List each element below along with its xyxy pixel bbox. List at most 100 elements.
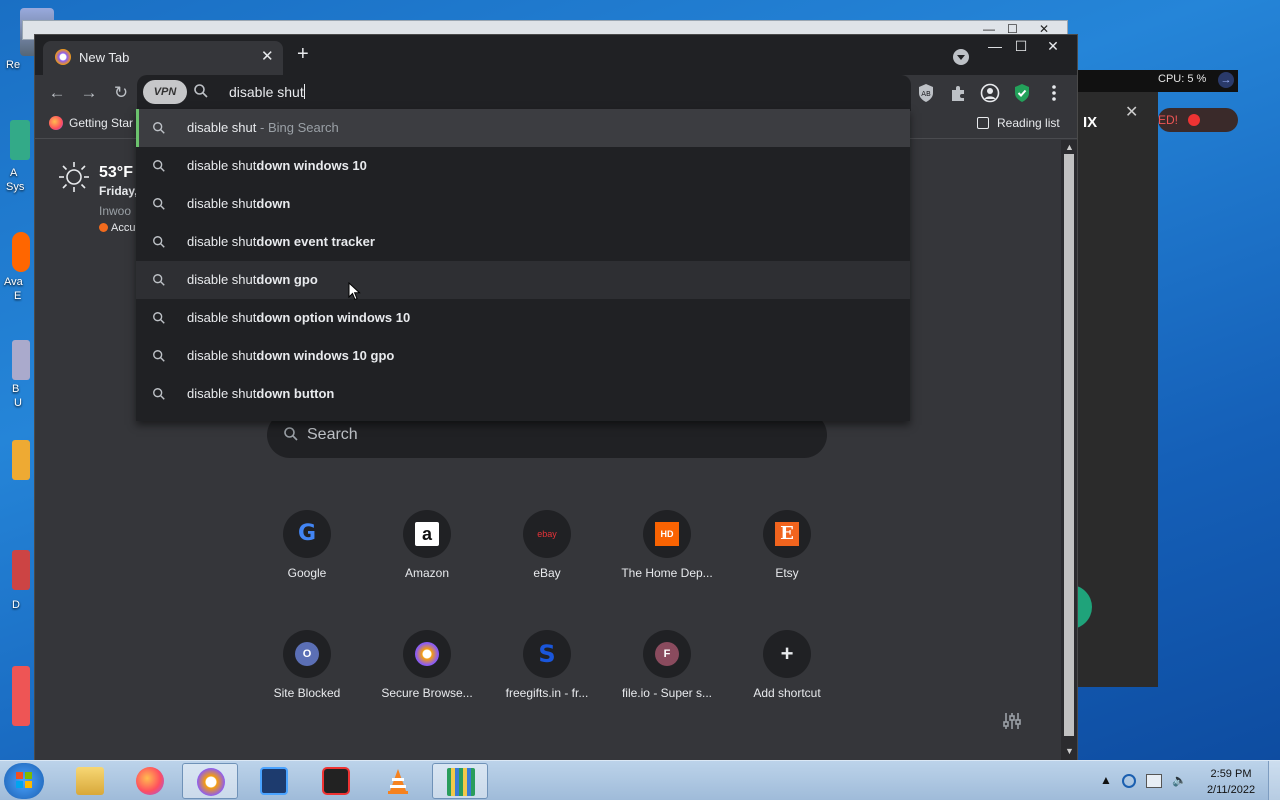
suggestion-item[interactable]: disable shutdown windows 10 gpo [136,337,910,375]
shortcut-freegifts[interactable]: S freegifts.in - fr... [491,630,603,730]
svg-text:AB: AB [921,90,931,98]
network-icon[interactable] [1146,774,1162,788]
customize-sliders-icon[interactable] [1001,710,1023,732]
taskbar-firefox[interactable] [122,763,178,799]
suggestion-item[interactable]: disable shutdown [136,185,910,223]
volume-muted-icon[interactable]: 🔈 [1172,773,1187,787]
menu-kebab-icon[interactable] [1043,82,1065,104]
firefox-icon [136,767,164,795]
shortcut-add[interactable]: + Add shortcut [731,630,843,730]
suggestion-text: disable shutdown event tracker [187,234,375,249]
reload-icon[interactable]: ↻ [109,81,133,105]
shortcut-circle: ebay [523,510,571,558]
suggestion-typed: disable shut [187,196,257,211]
tab-new-tab[interactable]: New Tab ✕ [43,41,283,75]
desktop-app-icon[interactable] [10,120,30,160]
search-icon [284,427,298,441]
reading-list-button[interactable]: Reading list [977,116,1060,130]
accuweather-icon [99,223,108,232]
shortcut-circle: F [643,630,691,678]
desktop-app-icon-2[interactable] [12,340,30,380]
omnibox-search-icon [194,84,208,98]
clock-time: 2:59 PM [1210,768,1252,780]
shortcut-circle: E [763,510,811,558]
amazon-icon: a [415,522,439,546]
background-app-title: IX [1083,114,1098,131]
avast-icon[interactable] [12,232,30,272]
shortcut-amazon[interactable]: a Amazon [371,510,483,610]
shortcut-circle: G [283,510,331,558]
suggestion-item[interactable]: disable shut - Bing Search [136,109,910,147]
shortcut-google[interactable]: G Google [251,510,363,610]
weather-source-label: Accu [111,222,136,234]
shortcut-site-blocked[interactable]: O Site Blocked [251,630,363,730]
adblock-shield-icon[interactable]: AB [915,82,937,104]
bookmark-getting-started[interactable]: Getting Star [49,116,133,130]
toolbar: ← → ↻ VPN disable shut AB [35,75,1077,111]
shortcut-etsy[interactable]: E Etsy [731,510,843,610]
taskbar-vlc[interactable] [370,763,426,799]
shortcut-home-depot[interactable]: HD The Home Dep... [611,510,723,610]
background-status-text: ED! [1158,113,1179,127]
taskbar-screen-recorder[interactable] [308,763,364,799]
bookmark-label: Getting Star [69,116,134,130]
maximize-icon[interactable]: ☐ [1005,35,1037,59]
suggestion-item[interactable]: disable shutdown button [136,375,910,413]
arrow-right-icon[interactable]: → [1218,72,1234,88]
forward-arrow-icon[interactable]: → [77,81,101,105]
taskbar-secure-browser[interactable] [182,763,238,799]
omnibox-suggestions: disable shut - Bing Search disable shutd… [136,109,910,421]
shortcut-label: Amazon [404,566,450,580]
scrollbar-thumb[interactable] [1064,154,1074,736]
freegifts-icon: S [538,640,556,668]
suggestion-item[interactable]: disable shutdown option windows 10 [136,299,910,337]
start-button[interactable] [4,763,44,799]
shortcut-file-io[interactable]: F file.io - Super s... [611,630,723,730]
mouse-cursor-icon [348,282,361,301]
shortcut-label: Site Blocked [273,686,341,700]
suggestion-item[interactable]: disable shutdown gpo [136,261,910,299]
back-arrow-icon[interactable]: ← [45,81,69,105]
shortcut-label: Add shortcut [753,686,821,700]
profile-avatar-icon[interactable] [979,82,1001,104]
scroll-up-icon[interactable]: ▲ [1065,142,1074,152]
vertical-scrollbar[interactable]: ▲ ▼ [1061,140,1077,760]
suggestion-item[interactable]: disable shutdown event tracker [136,223,910,261]
text-caret [303,84,305,99]
tray-app-icon[interactable] [1122,774,1136,788]
suggestion-typed: disable shut [187,348,257,363]
extensions-puzzle-icon[interactable] [947,82,969,104]
suggestion-typed: disable shut [187,272,257,287]
security-check-icon[interactable] [1011,82,1033,104]
suggestion-text: disable shutdown gpo [187,272,318,287]
vpn-badge[interactable]: VPN [143,80,187,104]
shortcut-ebay[interactable]: ebay eBay [491,510,603,610]
suggestion-completion: down windows 10 [256,158,367,173]
scroll-down-icon[interactable]: ▼ [1065,746,1074,756]
desktop-app-icon-3[interactable] [12,440,30,480]
desktop-app-icon-5[interactable] [12,666,30,726]
taskbar-app-grid[interactable] [432,763,488,799]
tab-close-icon[interactable]: ✕ [261,47,274,65]
show-hidden-icons-icon[interactable]: ▲ [1100,773,1112,787]
background-close-icon[interactable]: ✕ [1125,102,1138,122]
close-window-icon[interactable]: ✕ [1037,35,1069,59]
selection-indicator [136,109,139,147]
omnibox-input[interactable]: disable shut [229,84,305,100]
shortcut-label: eBay [533,566,561,580]
suggestion-text: disable shutdown windows 10 gpo [187,348,394,363]
tab-search-icon[interactable] [953,49,969,65]
taskbar-file-explorer[interactable] [62,763,118,799]
shortcut-circle: S [523,630,571,678]
weather-location: Inwoo [99,204,132,218]
ebay-icon: ebay [537,529,557,539]
shortcut-secure-browser[interactable]: ▼ Secure Browse... [371,630,483,730]
system-clock[interactable]: 2:59 PM 2/11/2022 [1196,766,1266,798]
desktop-app-icon-4[interactable] [12,550,30,590]
taskbar-vpn-shield[interactable] [246,763,302,799]
shortcut-label: Etsy [775,566,799,580]
new-tab-plus-icon[interactable]: + [297,43,309,66]
show-desktop-button[interactable] [1268,761,1280,800]
status-dot-icon [1188,114,1200,126]
suggestion-item[interactable]: disable shutdown windows 10 [136,147,910,185]
